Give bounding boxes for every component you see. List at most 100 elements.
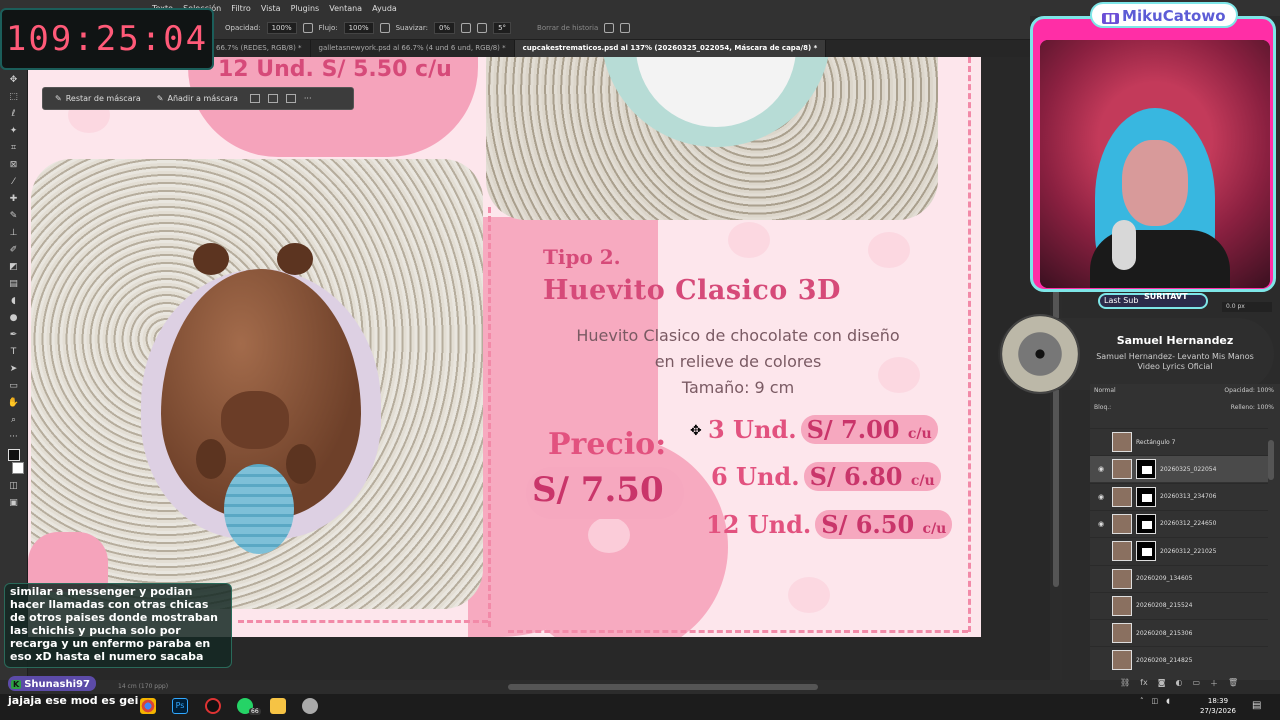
- opacity-field[interactable]: 100%: [266, 21, 297, 34]
- menu-help[interactable]: Ayuda: [372, 4, 397, 13]
- menu-plugins[interactable]: Plugins: [291, 4, 320, 13]
- stamp-tool-icon[interactable]: ⊥: [8, 228, 20, 238]
- layer-row[interactable]: 20260312_221025: [1090, 537, 1268, 564]
- menu-filter[interactable]: Filtro: [231, 4, 251, 13]
- marquee-tool-icon[interactable]: ⬚: [8, 92, 20, 102]
- folder-icon[interactable]: [270, 698, 286, 714]
- layer-row[interactable]: 20260208_215306: [1090, 619, 1268, 646]
- eye-icon[interactable]: ◉: [1098, 520, 1108, 528]
- layer-mask-thumbnail[interactable]: [1136, 459, 1156, 480]
- lock-row: Bloq.: Relleno: 100%: [1094, 404, 1274, 416]
- flow-field[interactable]: 100%: [343, 21, 374, 34]
- symmetry-icon[interactable]: [620, 22, 631, 33]
- blend-mode-select[interactable]: Normal: [1094, 387, 1116, 399]
- background-color-swatch[interactable]: [11, 462, 24, 474]
- subtract-mask-button[interactable]: ✎ Restar de máscara: [51, 92, 145, 105]
- pressure-opacity-icon[interactable]: [302, 22, 313, 33]
- zoom-tool-icon[interactable]: ⌕: [8, 415, 20, 425]
- crop-tool-icon[interactable]: ⌗: [8, 143, 20, 153]
- pen-tool-icon[interactable]: ✒: [8, 330, 20, 340]
- gradient-tool-icon[interactable]: ▤: [8, 279, 20, 289]
- obs-icon[interactable]: [205, 698, 221, 714]
- link-layers-icon[interactable]: ⛓: [1120, 678, 1130, 689]
- eyedropper-icon[interactable]: ⁄: [8, 177, 20, 187]
- dodge-tool-icon[interactable]: ●: [8, 313, 20, 323]
- layer-row[interactable]: ◉ 20260325_022054: [1090, 455, 1268, 483]
- twitch-icon: ▮▮: [1102, 13, 1120, 24]
- photoshop-icon[interactable]: Ps: [172, 698, 188, 714]
- horizontal-scrollbar[interactable]: 14 cm (170 ppp): [28, 680, 1050, 694]
- layer-mask-thumbnail[interactable]: [1136, 486, 1156, 507]
- foreground-color-swatch[interactable]: [7, 449, 20, 461]
- layer-row[interactable]: 20260208_214825: [1090, 646, 1268, 673]
- paw-decor: [788, 577, 830, 613]
- angle-field[interactable]: 5°: [493, 21, 512, 34]
- hand-tool-icon[interactable]: ✋: [8, 398, 20, 408]
- fill-field[interactable]: 100%: [1257, 404, 1274, 411]
- app-icon[interactable]: [302, 698, 318, 714]
- history-brush-icon[interactable]: ✐: [8, 245, 20, 255]
- system-tray: ˄ ◫ ◖: [1140, 697, 1170, 705]
- eye-icon[interactable]: ◉: [1098, 465, 1108, 473]
- flow-label: Flujo:: [318, 23, 338, 32]
- magic-wand-icon[interactable]: ✦: [8, 126, 20, 136]
- system-clock[interactable]: 18:39 27/3/2026: [1200, 696, 1236, 716]
- scroll-thumb[interactable]: [508, 684, 818, 690]
- healing-brush-icon[interactable]: ✚: [8, 194, 20, 204]
- type-tool-icon[interactable]: T: [8, 347, 20, 357]
- blur-tool-icon[interactable]: ◖: [8, 296, 20, 306]
- screen-mode-icon[interactable]: ▣: [8, 498, 20, 508]
- erase-history-option[interactable]: Borrar de historia: [537, 24, 598, 32]
- chrome-icon[interactable]: [140, 698, 156, 714]
- layer-row[interactable]: Rectángulo 7: [1090, 428, 1268, 455]
- adjustment-icon[interactable]: ◐: [1175, 678, 1182, 689]
- layer-row[interactable]: ◉ 20260313_234706: [1090, 482, 1268, 510]
- brush-tool-icon[interactable]: ✎: [8, 211, 20, 221]
- layer-mask-thumbnail[interactable]: [1136, 513, 1156, 534]
- mask-option-icon[interactable]: [249, 94, 260, 103]
- layer-opacity-field[interactable]: 100%: [1257, 387, 1274, 394]
- add-mask-icon[interactable]: ◙: [1158, 678, 1166, 689]
- eraser-tool-icon[interactable]: ◩: [8, 262, 20, 272]
- network-icon[interactable]: ◫: [1152, 697, 1159, 705]
- chevron-up-icon[interactable]: ˄: [1140, 697, 1144, 705]
- desc-line: Huevito Clasico de chocolate con diseño: [576, 326, 900, 345]
- shape-tool-icon[interactable]: ▭: [8, 381, 20, 391]
- layers-scrollbar[interactable]: [1268, 440, 1274, 480]
- frame-tool-icon[interactable]: ⊠: [8, 160, 20, 170]
- layer-mask-thumbnail[interactable]: [1136, 541, 1156, 562]
- add-mask-button[interactable]: ✎ Añadir a máscara: [153, 92, 242, 105]
- tab-redes[interactable]: 66.7% (REDES, RGB/8) *: [208, 40, 311, 57]
- volume-icon[interactable]: ◖: [1166, 697, 1170, 705]
- layer-row[interactable]: 20260208_215524: [1090, 591, 1268, 619]
- layer-thumbnail: [1112, 568, 1132, 589]
- pressure-size-icon[interactable]: [604, 22, 615, 33]
- document-canvas[interactable]: 12 Und. S/ 5.50 c/u Tipo 2. Huevito Clas…: [28, 57, 981, 637]
- quick-mask-icon[interactable]: ◫: [8, 481, 20, 491]
- tab-galletas[interactable]: galletasnewyork.psd al 66.7% (4 und 6 un…: [311, 40, 515, 57]
- path-select-icon[interactable]: ➤: [8, 364, 20, 374]
- menu-window[interactable]: Ventana: [329, 4, 362, 13]
- invert-mask-icon[interactable]: [267, 94, 278, 103]
- airbrush-icon[interactable]: [379, 22, 390, 33]
- move-tool-icon[interactable]: ✥: [8, 75, 20, 85]
- notification-icon[interactable]: ▤: [1252, 700, 1261, 711]
- fx-icon[interactable]: fx: [1140, 678, 1148, 689]
- trash-icon[interactable]: 🗑: [1228, 678, 1238, 689]
- menu-view[interactable]: Vista: [261, 4, 281, 13]
- tab-cupcakes[interactable]: cupcakestrematicos.psd al 137% (20260325…: [514, 40, 827, 57]
- more-options-button[interactable]: ···: [304, 94, 312, 103]
- channel-name: ▮▮ MikuCatowo: [1090, 2, 1238, 28]
- eye-icon[interactable]: ◉: [1098, 493, 1108, 501]
- folder-icon[interactable]: ▭: [1192, 678, 1200, 689]
- layer-row[interactable]: 20260209_134605: [1090, 564, 1268, 592]
- mask-delete-icon[interactable]: [285, 94, 296, 103]
- lasso-tool-icon[interactable]: ℓ: [8, 109, 20, 119]
- size-field[interactable]: 0.0 px: [1222, 302, 1272, 312]
- desc-line: Tamaño: 9 cm: [681, 378, 795, 397]
- smooth-field[interactable]: 0%: [433, 21, 456, 34]
- gear-icon[interactable]: [461, 22, 472, 33]
- layer-row[interactable]: ◉ 20260312_224650: [1090, 509, 1268, 537]
- new-layer-icon[interactable]: ＋: [1210, 678, 1218, 689]
- more-tools-icon[interactable]: ···: [8, 432, 20, 442]
